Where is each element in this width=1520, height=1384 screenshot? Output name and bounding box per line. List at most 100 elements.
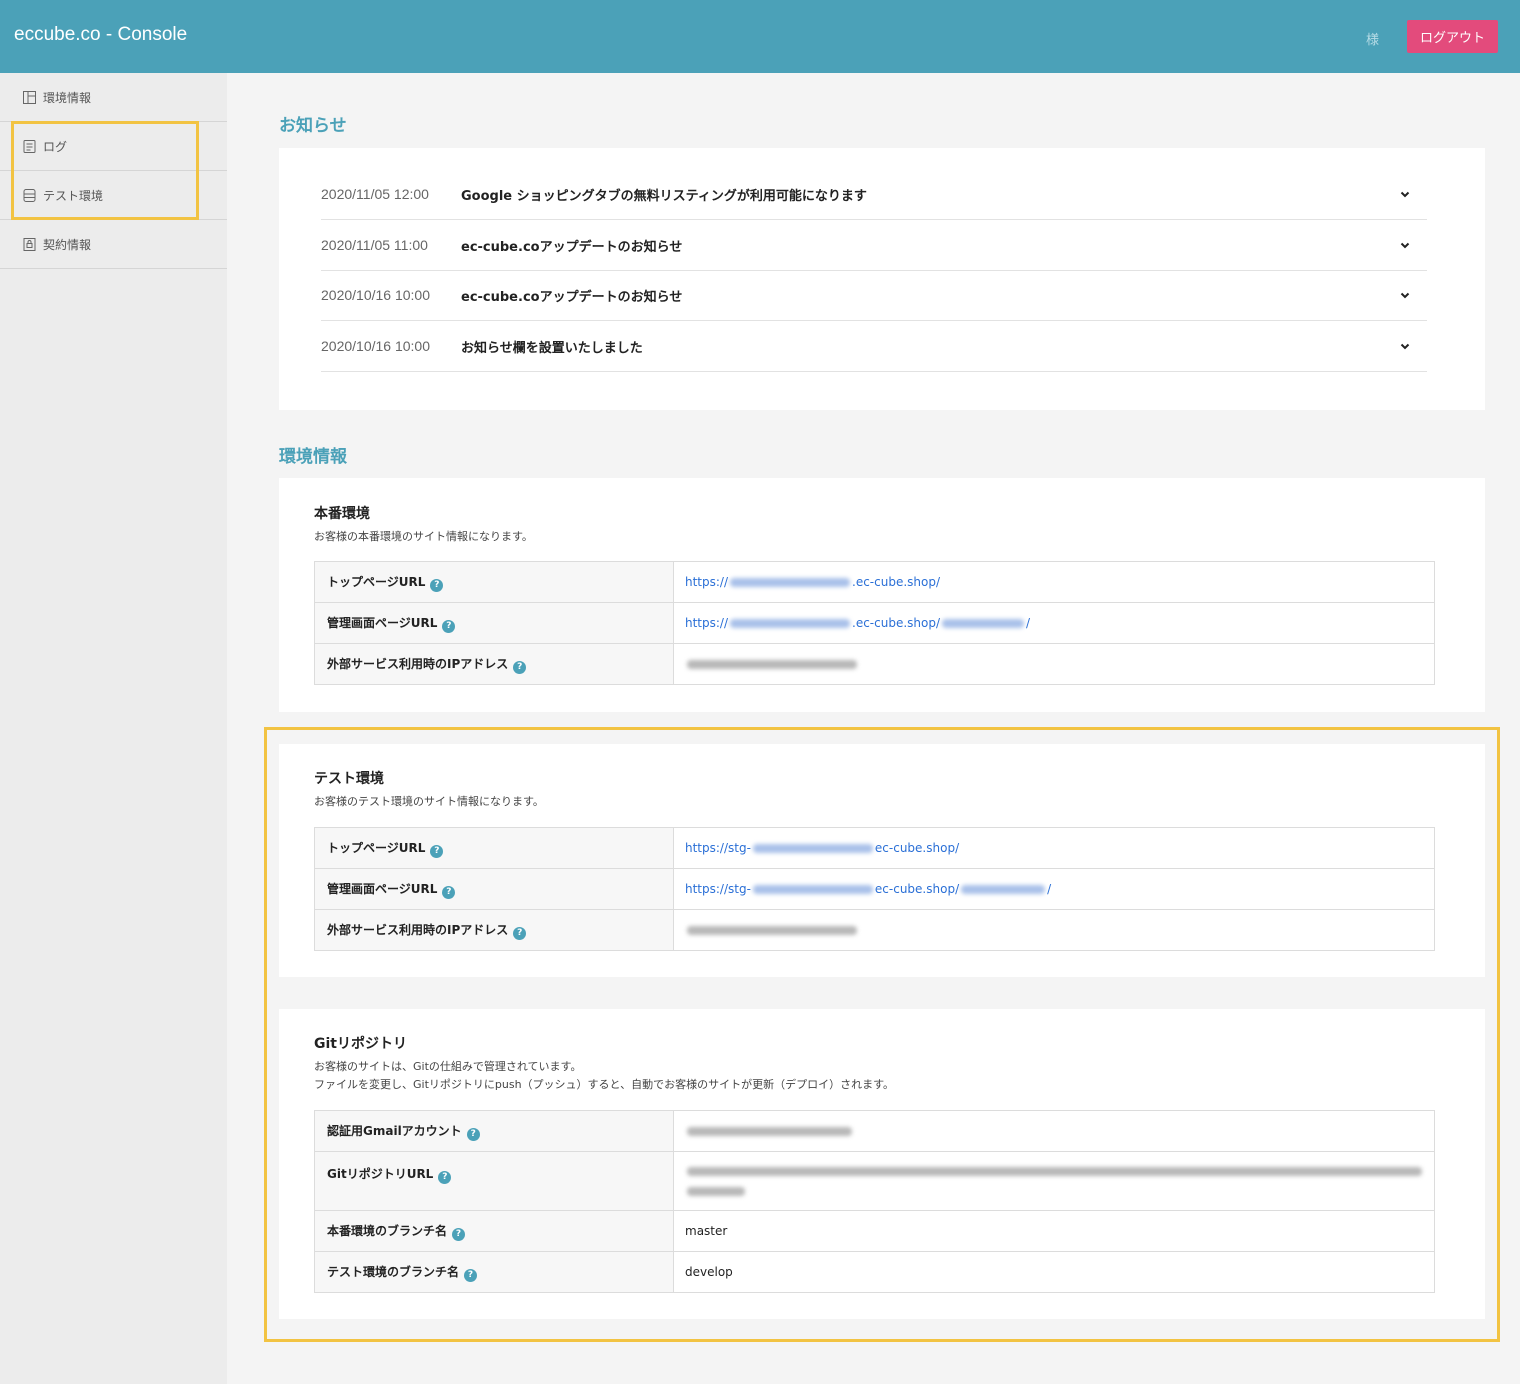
table-row: GitリポジトリURL? (314, 1151, 1435, 1211)
sidebar-item-environment[interactable]: 環境情報 (0, 73, 227, 122)
staging-env-table: トップページURL? https://stg-ec-cube.shop/ 管理画… (314, 827, 1435, 951)
top-url-value[interactable]: https:// .ec-cube.shop/ (673, 561, 1435, 603)
admin-url-link[interactable]: https:// .ec-cube.shop/ / (685, 616, 1030, 630)
top-url-value[interactable]: https://stg-ec-cube.shop/ (673, 827, 1435, 869)
redacted-text (752, 844, 873, 853)
redacted-text (942, 619, 1025, 628)
admin-url-label: 管理画面ページURL (327, 881, 438, 896)
logout-button[interactable]: ログアウト (1407, 20, 1498, 53)
staging-env-title: テスト環境 (314, 771, 384, 787)
help-icon[interactable]: ? (466, 1127, 480, 1141)
table-row: 管理画面ページURL? https:// .ec-cube.shop/ / (314, 602, 1435, 644)
news-date: 2020/10/16 10:00 (321, 338, 430, 354)
help-icon[interactable]: ? (438, 1171, 452, 1184)
top-url-label: トップページURL (327, 840, 426, 855)
redacted-text (752, 885, 873, 894)
redacted-text (687, 660, 857, 669)
document-icon (22, 139, 37, 154)
redacted-text (687, 1127, 852, 1136)
table-row: トップページURL? https://stg-ec-cube.shop/ (314, 827, 1435, 869)
env-section-title: 環境情報 (279, 447, 347, 467)
row-label: 外部サービス利用時のIPアドレス? (314, 643, 674, 685)
url-end: / (1047, 882, 1052, 896)
sidebar-item-contract[interactable]: 契約情報 (0, 220, 227, 269)
news-date: 2020/11/05 12:00 (321, 186, 429, 202)
repo-url-value (673, 1151, 1435, 1211)
table-row: 本番環境のブランチ名? master (314, 1210, 1435, 1252)
sidebar-item-test-env[interactable]: テスト環境 (0, 171, 227, 220)
row-label: 管理画面ページURL? (314, 868, 674, 910)
chevron-down-icon (1400, 292, 1410, 299)
news-item[interactable]: 2020/10/16 10:00 お知らせ欄を設置いたしました (321, 321, 1427, 372)
production-env-card: 本番環境 お客様の本番環境のサイト情報になります。 トップページURL? htt… (279, 478, 1485, 712)
brand-title[interactable]: eccube.co - Console (14, 24, 187, 46)
news-card: 2020/11/05 12:00 Google ショッピングタブの無料リスティン… (279, 148, 1485, 410)
layout-icon (22, 90, 37, 105)
gmail-value (673, 1110, 1435, 1152)
url-suffix: .ec-cube.shop/ (852, 616, 941, 630)
news-title: お知らせ欄を設置いたしました (461, 340, 643, 356)
git-repo-title: Gitリポジトリ (314, 1036, 407, 1052)
url-suffix: .ec-cube.shop/ (852, 575, 941, 589)
sidebar-item-log[interactable]: ログ (0, 122, 227, 171)
help-icon[interactable]: ? (430, 844, 444, 858)
chevron-down-icon (1400, 242, 1410, 249)
news-item[interactable]: 2020/11/05 11:00 ec-cube.coアップデートのお知らせ (321, 220, 1427, 271)
help-icon[interactable]: ? (442, 885, 456, 899)
url-end: / (1026, 616, 1031, 630)
sidebar-item-label: テスト環境 (43, 188, 104, 203)
news-item[interactable]: 2020/10/16 10:00 ec-cube.coアップデートのお知らせ (321, 270, 1427, 321)
ip-label: 外部サービス利用時のIPアドレス (327, 656, 509, 671)
help-icon[interactable]: ? (442, 619, 456, 633)
table-row: 認証用Gmailアカウント? (314, 1110, 1435, 1152)
row-label: GitリポジトリURL? (314, 1151, 674, 1211)
git-repo-desc-line1: お客様のサイトは、Gitの仕組みで管理されています。 (314, 1060, 582, 1073)
top-url-link[interactable]: https:// .ec-cube.shop/ (685, 575, 940, 589)
sidebar: 環境情報 ログ テスト環境 契約情報 (0, 73, 227, 1384)
prod-branch-label: 本番環境のブランチ名 (327, 1223, 448, 1238)
help-icon[interactable]: ? (513, 926, 527, 940)
user-name: 様 (1366, 33, 1380, 48)
news-item[interactable]: 2020/11/05 12:00 Google ショッピングタブの無料リスティン… (321, 169, 1427, 220)
help-icon[interactable]: ? (452, 1227, 466, 1241)
ip-label: 外部サービス利用時のIPアドレス (327, 922, 509, 937)
sidebar-item-label: 環境情報 (43, 90, 92, 105)
table-row: 管理画面ページURL? https://stg-ec-cube.shop/ / (314, 868, 1435, 910)
top-url-link[interactable]: https://stg-ec-cube.shop/ (685, 841, 959, 855)
row-label: テスト環境のブランチ名? (314, 1251, 674, 1293)
row-label: 本番環境のブランチ名? (314, 1210, 674, 1252)
production-env-table: トップページURL? https:// .ec-cube.shop/ 管理画面ペー… (314, 561, 1435, 685)
contract-icon (22, 237, 37, 252)
sidebar-item-label: ログ (43, 139, 68, 154)
staging-env-card: テスト環境 お客様のテスト環境のサイト情報になります。 トップページURL? h… (279, 744, 1485, 977)
redacted-text (687, 1187, 745, 1196)
admin-url-value[interactable]: https:// .ec-cube.shop/ / (673, 602, 1435, 644)
redacted-text (687, 1167, 1422, 1176)
redacted-text (730, 619, 851, 628)
help-icon[interactable]: ? (513, 660, 527, 674)
gmail-label: 認証用Gmailアカウント (327, 1123, 462, 1138)
url-prefix: https://stg- (685, 841, 751, 855)
top-url-label: トップページURL (327, 574, 426, 589)
help-icon[interactable]: ? (464, 1268, 478, 1282)
redacted-text (687, 926, 857, 935)
url-suffix: ec-cube.shop/ (874, 841, 960, 855)
git-repo-table: 認証用Gmailアカウント? GitリポジトリURL? 本番環境のブランチ名? … (314, 1110, 1435, 1293)
news-title: Google ショッピングタブの無料リスティングが利用可能になります (461, 188, 867, 204)
redacted-text (961, 885, 1046, 894)
url-suffix: ec-cube.shop/ (874, 882, 960, 896)
production-env-title: 本番環境 (314, 506, 370, 522)
database-icon (22, 188, 37, 203)
test-branch-value: develop (673, 1251, 1435, 1293)
news-section-title: お知らせ (279, 116, 347, 136)
top-header: eccube.co - Console 様 ログアウト (0, 0, 1520, 73)
admin-url-value[interactable]: https://stg-ec-cube.shop/ / (673, 868, 1435, 910)
help-icon[interactable]: ? (430, 578, 444, 592)
admin-url-link[interactable]: https://stg-ec-cube.shop/ / (685, 882, 1051, 896)
admin-url-label: 管理画面ページURL (327, 615, 438, 630)
ip-value (673, 643, 1435, 685)
row-label: トップページURL? (314, 827, 674, 869)
production-env-desc: お客様の本番環境のサイト情報になります。 (314, 530, 533, 543)
ip-value (673, 909, 1435, 951)
news-title: ec-cube.coアップデートのお知らせ (461, 239, 683, 255)
